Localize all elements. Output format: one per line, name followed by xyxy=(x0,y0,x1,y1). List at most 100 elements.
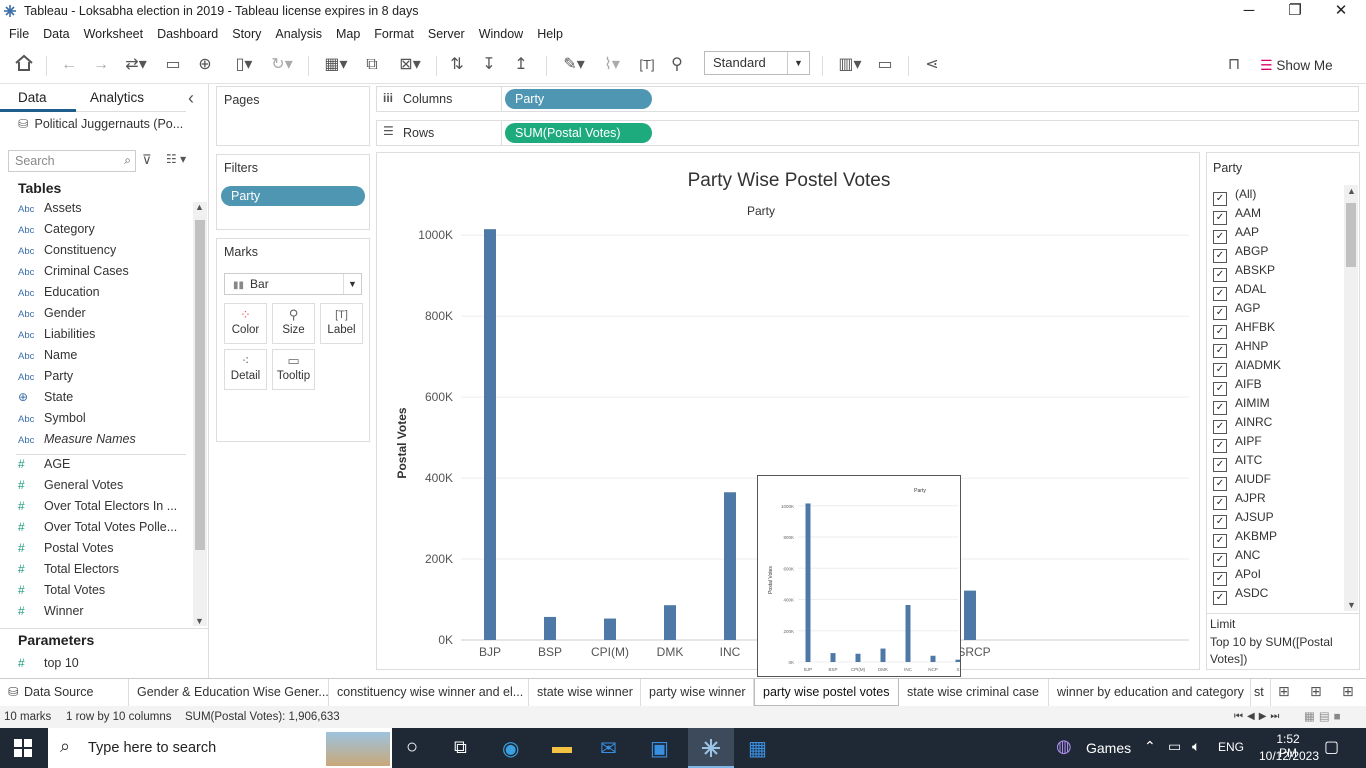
columns-shelf[interactable]: iii Columns Party xyxy=(376,86,1359,112)
measure-item[interactable]: # General Votes xyxy=(18,478,178,499)
close-button[interactable]: ✕ xyxy=(1318,0,1364,24)
tab-data[interactable]: Data xyxy=(0,84,76,112)
filter-item[interactable]: ✓ ABGP xyxy=(1213,244,1268,263)
highlight-icon[interactable]: ✎▾ xyxy=(556,54,592,76)
filter-item[interactable]: ✓ AKBMP xyxy=(1213,529,1277,548)
windows-start-icon[interactable] xyxy=(14,739,34,757)
checkbox-checked[interactable]: ✓ xyxy=(1213,572,1227,586)
tab-state-wise-winner[interactable]: state wise winner xyxy=(529,679,641,706)
filter-icon[interactable]: ⊽ xyxy=(142,152,152,168)
filters-card[interactable]: Filters Party xyxy=(216,154,370,230)
menu-analysis[interactable]: Analysis xyxy=(268,24,329,44)
tab-analytics[interactable]: Analytics xyxy=(76,84,186,112)
tab-party-wise-winner[interactable]: party wise winner xyxy=(641,679,754,706)
filter-item[interactable]: ✓ AJPR xyxy=(1213,491,1266,510)
field-item[interactable]: Abc Symbol xyxy=(18,411,86,432)
rows-shelf[interactable]: ☰ Rows SUM(Postal Votes) xyxy=(376,120,1359,146)
redo-icon[interactable]: → xyxy=(90,54,112,76)
tooltip-pin-icon[interactable]: ⊓ xyxy=(1222,54,1246,76)
refresh-icon[interactable]: ↻▾ xyxy=(264,54,300,76)
duplicate-sheet-icon[interactable]: ⧉ xyxy=(360,54,384,76)
clock-date[interactable]: 10/12/2023 xyxy=(1258,749,1320,763)
menu-story[interactable]: Story xyxy=(225,24,268,44)
checkbox-checked[interactable]: ✓ xyxy=(1213,382,1227,396)
games-icon[interactable]: ◍ xyxy=(1056,736,1072,757)
filter-item[interactable]: ✓ AIPF xyxy=(1213,434,1262,453)
language-indicator[interactable]: ENG xyxy=(1218,740,1244,754)
checkbox-checked[interactable]: ✓ xyxy=(1213,496,1227,510)
field-item[interactable]: Abc Liabilities xyxy=(18,327,95,348)
checkbox-checked[interactable]: ✓ xyxy=(1213,591,1227,605)
checkbox-checked[interactable]: ✓ xyxy=(1213,477,1227,491)
minimize-button[interactable]: ─ xyxy=(1226,0,1272,24)
size-button[interactable]: ⚲ Size xyxy=(272,303,315,344)
filter-item[interactable]: ✓ AITC xyxy=(1213,453,1262,472)
menu-window[interactable]: Window xyxy=(472,24,530,44)
filter-item[interactable]: ✓ AIFB xyxy=(1213,377,1262,396)
field-item[interactable]: Abc Party xyxy=(18,369,73,390)
filter-item[interactable]: ✓ APoI xyxy=(1213,567,1261,586)
checkbox-checked[interactable]: ✓ xyxy=(1213,363,1227,377)
mark-type-dropdown[interactable]: ▮▮ Bar ▼ xyxy=(224,273,362,295)
filter-item[interactable]: ✓ ANC xyxy=(1213,548,1260,567)
checkbox-checked[interactable]: ✓ xyxy=(1213,420,1227,434)
fields-scrollbar[interactable]: ▲ ▼ xyxy=(193,202,207,626)
menu-server[interactable]: Server xyxy=(421,24,472,44)
checkbox-checked[interactable]: ✓ xyxy=(1213,192,1227,206)
measure-item[interactable]: # Total Electors xyxy=(18,562,178,583)
filter-item[interactable]: ✓ AAM xyxy=(1213,206,1261,225)
filter-item[interactable]: ✓ ASDC xyxy=(1213,586,1268,605)
checkbox-checked[interactable]: ✓ xyxy=(1213,515,1227,529)
checkbox-checked[interactable]: ✓ xyxy=(1213,325,1227,339)
tab-data-source[interactable]: ⛁ Data Source xyxy=(0,679,129,706)
measure-item[interactable]: # Over Total Votes Polle... xyxy=(18,520,178,541)
show-labels-icon[interactable]: [T] xyxy=(636,54,658,76)
file-explorer-icon[interactable]: ▬ xyxy=(552,736,572,759)
new-dashboard-tab-icon[interactable]: ⊞ xyxy=(1310,683,1322,700)
notification-icon[interactable]: ▢ xyxy=(1324,737,1339,757)
bar-bjp[interactable] xyxy=(484,229,496,640)
filter-item[interactable]: ✓ AHFBK xyxy=(1213,320,1275,339)
filter-item[interactable]: ✓ AAP xyxy=(1213,225,1259,244)
detail-button[interactable]: ⁖ Detail xyxy=(224,349,267,390)
view-options-icon[interactable]: ☷ ▾ xyxy=(166,152,186,166)
new-datasource-icon[interactable]: ⊕ xyxy=(194,54,216,76)
filter-item[interactable]: ✓ AIMIM xyxy=(1213,396,1270,415)
sheet-navigation-icons[interactable]: ⏮◀▶⏭ xyxy=(1234,706,1283,728)
checkbox-checked[interactable]: ✓ xyxy=(1213,401,1227,415)
bar-bsp[interactable] xyxy=(544,616,556,640)
filter-item[interactable]: ✓ ADAL xyxy=(1213,282,1266,301)
measure-item[interactable]: # AGE xyxy=(18,457,178,478)
label-button[interactable]: [T] Label xyxy=(320,303,363,344)
menu-map[interactable]: Map xyxy=(329,24,367,44)
field-item[interactable]: Abc Gender xyxy=(18,306,86,327)
undo-icon[interactable]: ← xyxy=(58,54,80,76)
bar-dmk[interactable] xyxy=(664,605,676,640)
checkbox-checked[interactable]: ✓ xyxy=(1213,344,1227,358)
tooltip-button[interactable]: ▭ Tooltip xyxy=(272,349,315,390)
view-mode-icons[interactable]: ▦▤■ xyxy=(1304,706,1345,728)
checkbox-checked[interactable]: ✓ xyxy=(1213,534,1227,548)
tray-chevron-up-icon[interactable]: ⌃ xyxy=(1144,738,1156,755)
menu-file[interactable]: File xyxy=(0,24,36,44)
replay-icon[interactable]: ⇄▾ xyxy=(118,54,154,76)
tab-constituency-winner[interactable]: constituency wise winner and el... xyxy=(329,679,529,706)
menu-format[interactable]: Format xyxy=(367,24,421,44)
home-icon[interactable] xyxy=(12,54,36,76)
tab-truncated[interactable]: st xyxy=(1251,679,1271,706)
group-icon[interactable]: ⌇▾ xyxy=(594,54,630,76)
field-item[interactable]: Abc Constituency xyxy=(18,243,116,264)
checkbox-checked[interactable]: ✓ xyxy=(1213,553,1227,567)
menu-dashboard[interactable]: Dashboard xyxy=(150,24,225,44)
fit-dropdown[interactable]: Standard ▼ xyxy=(704,51,810,75)
bar-inc[interactable] xyxy=(724,492,736,640)
field-item[interactable]: Abc Measure Names xyxy=(18,432,136,453)
share-icon[interactable]: ⋖ xyxy=(920,54,944,76)
checkbox-checked[interactable]: ✓ xyxy=(1213,458,1227,472)
taskbar-search[interactable]: ⌕ Type here to search xyxy=(48,728,392,768)
bar-ysrcp[interactable] xyxy=(964,590,976,640)
menu-worksheet[interactable]: Worksheet xyxy=(77,24,151,44)
sort-descending-icon[interactable]: ↥ xyxy=(510,54,532,76)
field-item[interactable]: ⊕ State xyxy=(18,390,73,411)
cortana-icon[interactable]: ○ xyxy=(406,736,418,759)
